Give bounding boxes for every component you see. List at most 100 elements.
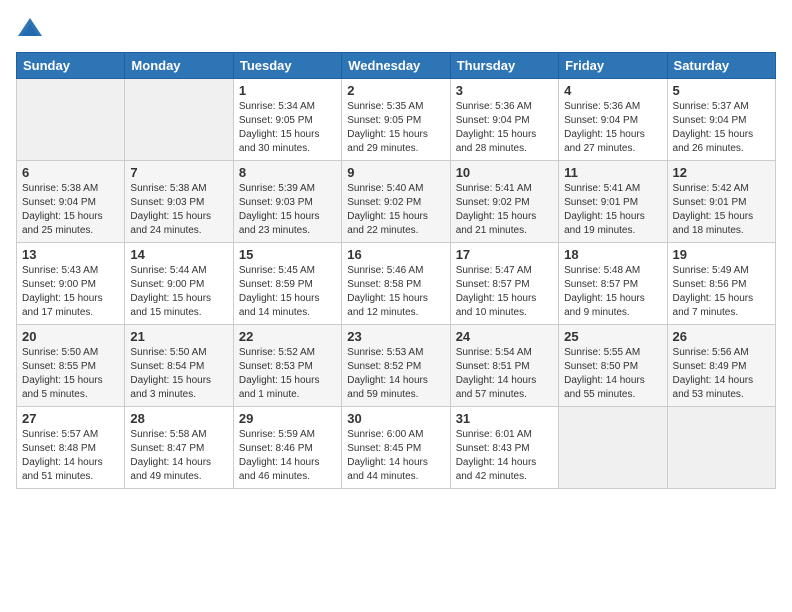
- day-info: Sunrise: 5:59 AM Sunset: 8:46 PM Dayligh…: [239, 428, 336, 484]
- calendar-week-row: 13Sunrise: 5:43 AM Sunset: 9:00 PM Dayli…: [17, 243, 776, 325]
- calendar-day-cell: 5 Sunrise: 5:37 AM Sunset: 9:04 PM Daylig…: [667, 79, 775, 161]
- day-info: Sunrise: 6:00 AM Sunset: 8:45 PM Dayligh…: [347, 428, 444, 484]
- day-number: 17: [456, 247, 553, 262]
- calendar-day-cell: 19 Sunrise: 5:49 AM Sunset: 8:56 PM Dayli…: [667, 243, 775, 325]
- calendar-day-cell: 29 Sunrise: 5:59 AM Sunset: 8:46 PM Dayli…: [233, 407, 341, 489]
- day-info: Sunrise: 5:50 AM Sunset: 8:55 PM Dayligh…: [22, 346, 119, 402]
- day-number: 31: [456, 411, 553, 426]
- calendar-day-cell: 7Sunrise: 5:38 AM Sunset: 9:03 PM Daylig…: [125, 161, 233, 243]
- day-number: 8: [239, 165, 336, 180]
- logo: [16, 16, 48, 44]
- day-number: 27: [22, 411, 119, 426]
- page-header: [16, 16, 776, 44]
- day-of-week-header: Wednesday: [342, 53, 450, 79]
- calendar-day-cell: 14 Sunrise: 5:44 AM Sunset: 9:00 PM Dayli…: [125, 243, 233, 325]
- calendar-day-cell: 4 Sunrise: 5:36 AM Sunset: 9:04 PM Daylig…: [559, 79, 667, 161]
- calendar-day-cell: 12 Sunrise: 5:42 AM Sunset: 9:01 PM Dayli…: [667, 161, 775, 243]
- calendar-day-cell: 30 Sunrise: 6:00 AM Sunset: 8:45 PM Dayli…: [342, 407, 450, 489]
- day-number: 14: [130, 247, 227, 262]
- calendar-day-cell: 24 Sunrise: 5:54 AM Sunset: 8:51 PM Dayli…: [450, 325, 558, 407]
- day-number: 23: [347, 329, 444, 344]
- calendar-day-cell: 16 Sunrise: 5:46 AM Sunset: 8:58 PM Dayli…: [342, 243, 450, 325]
- day-info: Sunrise: 5:55 AM Sunset: 8:50 PM Dayligh…: [564, 346, 661, 402]
- calendar-week-row: 27 Sunrise: 5:57 AM Sunset: 8:48 PM Dayli…: [17, 407, 776, 489]
- day-info: Sunrise: 5:36 AM Sunset: 9:04 PM Dayligh…: [456, 100, 553, 156]
- day-number: 2: [347, 83, 444, 98]
- calendar-day-cell: 21Sunrise: 5:50 AM Sunset: 8:54 PM Dayli…: [125, 325, 233, 407]
- day-info: Sunrise: 5:43 AM Sunset: 9:00 PM Dayligh…: [22, 264, 119, 320]
- calendar-day-cell: 11 Sunrise: 5:41 AM Sunset: 9:01 PM Dayli…: [559, 161, 667, 243]
- day-number: 20: [22, 329, 119, 344]
- day-number: 15: [239, 247, 336, 262]
- day-number: 16: [347, 247, 444, 262]
- day-info: Sunrise: 5:56 AM Sunset: 8:49 PM Dayligh…: [673, 346, 770, 402]
- day-info: Sunrise: 5:54 AM Sunset: 8:51 PM Dayligh…: [456, 346, 553, 402]
- calendar-day-cell: 6 Sunrise: 5:38 AM Sunset: 9:04 PM Daylig…: [17, 161, 125, 243]
- day-of-week-header: Saturday: [667, 53, 775, 79]
- calendar-day-cell: 15 Sunrise: 5:45 AM Sunset: 8:59 PM Dayli…: [233, 243, 341, 325]
- day-info: Sunrise: 6:01 AM Sunset: 8:43 PM Dayligh…: [456, 428, 553, 484]
- day-number: 12: [673, 165, 770, 180]
- calendar-table: SundayMondayTuesdayWednesdayThursdayFrid…: [16, 52, 776, 489]
- calendar-day-cell: 25 Sunrise: 5:55 AM Sunset: 8:50 PM Dayli…: [559, 325, 667, 407]
- calendar-day-cell: 31 Sunrise: 6:01 AM Sunset: 8:43 PM Dayli…: [450, 407, 558, 489]
- calendar-day-cell: 20 Sunrise: 5:50 AM Sunset: 8:55 PM Dayli…: [17, 325, 125, 407]
- day-number: 26: [673, 329, 770, 344]
- calendar-week-row: 20 Sunrise: 5:50 AM Sunset: 8:55 PM Dayli…: [17, 325, 776, 407]
- calendar-day-cell: 27 Sunrise: 5:57 AM Sunset: 8:48 PM Dayli…: [17, 407, 125, 489]
- day-number: 30: [347, 411, 444, 426]
- day-number: 9: [347, 165, 444, 180]
- day-of-week-header: Thursday: [450, 53, 558, 79]
- day-info: Sunrise: 5:50 AM Sunset: 8:54 PM Dayligh…: [130, 346, 227, 402]
- day-number: 24: [456, 329, 553, 344]
- calendar-day-cell: 23Sunrise: 5:53 AM Sunset: 8:52 PM Dayli…: [342, 325, 450, 407]
- day-info: Sunrise: 5:37 AM Sunset: 9:04 PM Dayligh…: [673, 100, 770, 156]
- day-number: 3: [456, 83, 553, 98]
- day-info: Sunrise: 5:57 AM Sunset: 8:48 PM Dayligh…: [22, 428, 119, 484]
- calendar-day-cell: [125, 79, 233, 161]
- day-number: 28: [130, 411, 227, 426]
- calendar-day-cell: 28Sunrise: 5:58 AM Sunset: 8:47 PM Dayli…: [125, 407, 233, 489]
- calendar-day-cell: 10Sunrise: 5:41 AM Sunset: 9:02 PM Dayli…: [450, 161, 558, 243]
- calendar-day-cell: [17, 79, 125, 161]
- calendar-day-cell: 1Sunrise: 5:34 AM Sunset: 9:05 PM Daylig…: [233, 79, 341, 161]
- day-number: 25: [564, 329, 661, 344]
- calendar-week-row: 6 Sunrise: 5:38 AM Sunset: 9:04 PM Daylig…: [17, 161, 776, 243]
- day-info: Sunrise: 5:44 AM Sunset: 9:00 PM Dayligh…: [130, 264, 227, 320]
- day-info: Sunrise: 5:38 AM Sunset: 9:04 PM Dayligh…: [22, 182, 119, 238]
- day-info: Sunrise: 5:52 AM Sunset: 8:53 PM Dayligh…: [239, 346, 336, 402]
- calendar-day-cell: [667, 407, 775, 489]
- day-info: Sunrise: 5:41 AM Sunset: 9:01 PM Dayligh…: [564, 182, 661, 238]
- calendar-day-cell: 3 Sunrise: 5:36 AM Sunset: 9:04 PM Daylig…: [450, 79, 558, 161]
- day-info: Sunrise: 5:39 AM Sunset: 9:03 PM Dayligh…: [239, 182, 336, 238]
- day-info: Sunrise: 5:34 AM Sunset: 9:05 PM Dayligh…: [239, 100, 336, 156]
- day-number: 19: [673, 247, 770, 262]
- calendar-day-cell: 9 Sunrise: 5:40 AM Sunset: 9:02 PM Daylig…: [342, 161, 450, 243]
- day-info: Sunrise: 5:49 AM Sunset: 8:56 PM Dayligh…: [673, 264, 770, 320]
- day-number: 11: [564, 165, 661, 180]
- day-number: 6: [22, 165, 119, 180]
- calendar-header-row: SundayMondayTuesdayWednesdayThursdayFrid…: [17, 53, 776, 79]
- day-number: 4: [564, 83, 661, 98]
- day-number: 7: [130, 165, 227, 180]
- day-number: 18: [564, 247, 661, 262]
- day-of-week-header: Tuesday: [233, 53, 341, 79]
- calendar-day-cell: 8 Sunrise: 5:39 AM Sunset: 9:03 PM Daylig…: [233, 161, 341, 243]
- day-of-week-header: Sunday: [17, 53, 125, 79]
- day-info: Sunrise: 5:46 AM Sunset: 8:58 PM Dayligh…: [347, 264, 444, 320]
- day-info: Sunrise: 5:47 AM Sunset: 8:57 PM Dayligh…: [456, 264, 553, 320]
- logo-icon: [16, 16, 44, 44]
- day-info: Sunrise: 5:40 AM Sunset: 9:02 PM Dayligh…: [347, 182, 444, 238]
- day-number: 22: [239, 329, 336, 344]
- day-info: Sunrise: 5:41 AM Sunset: 9:02 PM Dayligh…: [456, 182, 553, 238]
- day-of-week-header: Monday: [125, 53, 233, 79]
- day-number: 29: [239, 411, 336, 426]
- day-info: Sunrise: 5:45 AM Sunset: 8:59 PM Dayligh…: [239, 264, 336, 320]
- day-info: Sunrise: 5:42 AM Sunset: 9:01 PM Dayligh…: [673, 182, 770, 238]
- day-number: 5: [673, 83, 770, 98]
- day-info: Sunrise: 5:35 AM Sunset: 9:05 PM Dayligh…: [347, 100, 444, 156]
- day-info: Sunrise: 5:36 AM Sunset: 9:04 PM Dayligh…: [564, 100, 661, 156]
- calendar-week-row: 1Sunrise: 5:34 AM Sunset: 9:05 PM Daylig…: [17, 79, 776, 161]
- day-info: Sunrise: 5:48 AM Sunset: 8:57 PM Dayligh…: [564, 264, 661, 320]
- calendar-day-cell: 22 Sunrise: 5:52 AM Sunset: 8:53 PM Dayli…: [233, 325, 341, 407]
